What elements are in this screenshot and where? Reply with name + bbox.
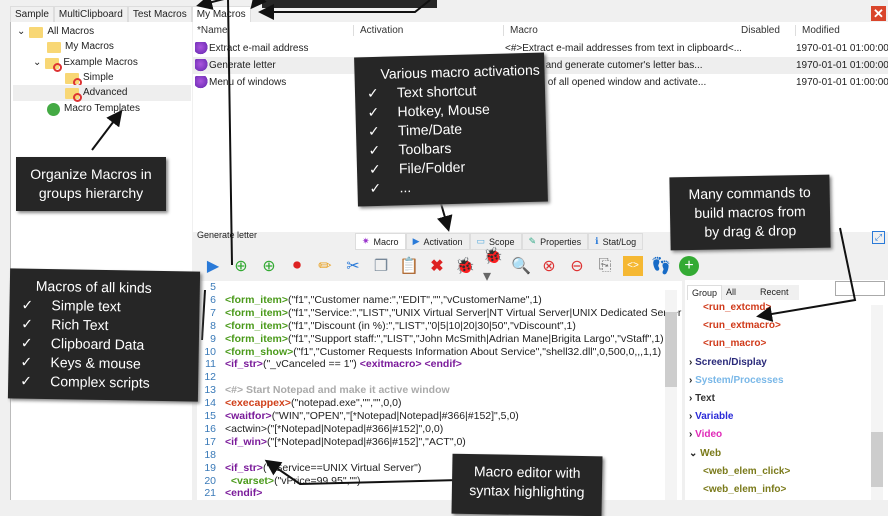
check-icon: ✓ <box>20 372 33 389</box>
check-icon: ✓ <box>21 296 34 313</box>
check-icon: ✓ <box>368 160 381 178</box>
check-icon: ✓ <box>368 141 381 159</box>
callout-organize: Organize Macros in groups hierarchy <box>16 157 166 211</box>
check-icon: ✓ <box>369 179 382 197</box>
callout-activations: Various macro activations ✓ Text shortcut ✓… <box>354 52 548 207</box>
check-icon: ✓ <box>367 103 380 121</box>
callout-editor: Macro editor with syntax highlighting <box>451 453 603 516</box>
check-icon: ✓ <box>366 84 379 102</box>
check-icon: ✓ <box>20 353 33 370</box>
check-icon: ✓ <box>21 315 34 332</box>
check-icon: ✓ <box>367 122 380 140</box>
callout-kinds: Macros of all kinds ✓ Simple text ✓ Rich Tex… <box>7 268 201 402</box>
callout-item: ✓ Complex scripts <box>20 372 150 391</box>
check-icon: ✓ <box>20 334 33 351</box>
callout-item: ✓... <box>369 179 412 197</box>
callout-commands: Many commands to build macros from by drag… <box>669 174 831 251</box>
